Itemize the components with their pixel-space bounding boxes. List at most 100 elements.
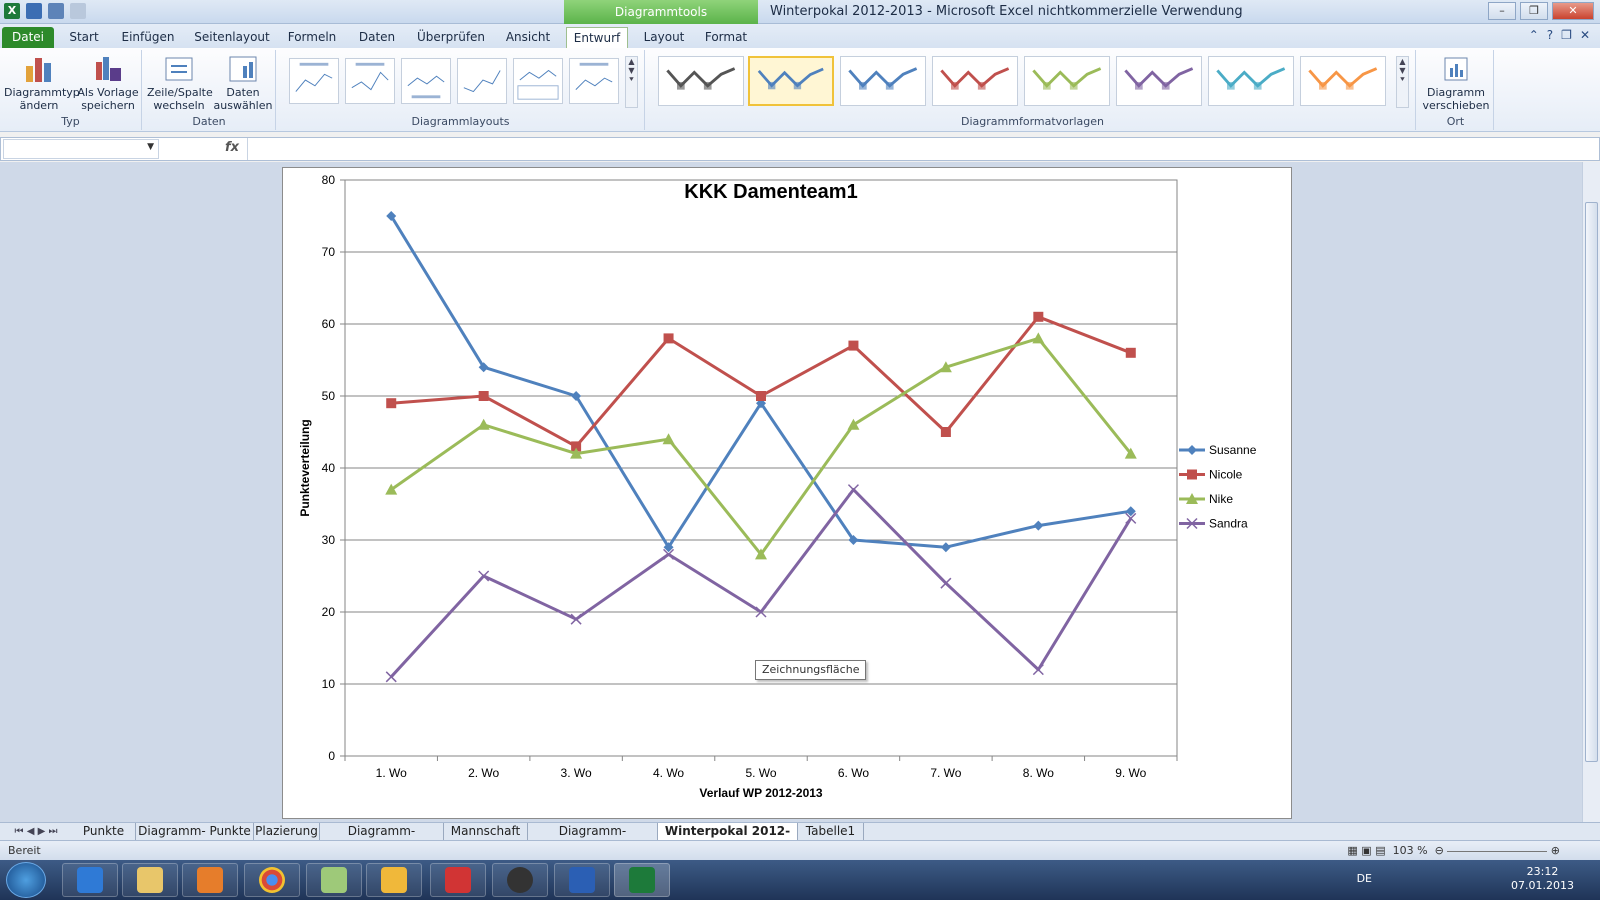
tab-ueberpruefen[interactable]: Überprüfen (412, 27, 490, 48)
x-tick-label: 9. Wo (1115, 766, 1146, 780)
styles-gallery-scroll[interactable]: ▲ ▼ ⯆ (1396, 56, 1409, 108)
taskbar-app5[interactable] (306, 863, 362, 897)
sheet-tabs: ⏮ ◀ ▶ ⏭ Punkte Diagramm- Punkte Plazierung… (0, 822, 1600, 855)
close-icon[interactable]: ✕ (1552, 2, 1594, 20)
taskbar-app6[interactable] (366, 863, 422, 897)
formula-input[interactable] (247, 138, 1577, 160)
chart-layout-6[interactable] (569, 58, 619, 104)
zoom-in-icon[interactable]: ⊕ (1551, 844, 1560, 857)
ribbon-help-area: ⌃ ? ❐ ✕ (1529, 28, 1590, 42)
undo-icon[interactable] (48, 3, 64, 19)
sheet-nav-arrows[interactable]: ⏮ ◀ ▶ ⏭ (4, 823, 68, 841)
vertical-scrollbar[interactable] (1582, 162, 1600, 822)
tab-entwurf[interactable]: Entwurf (566, 27, 628, 48)
chart-style-3[interactable] (840, 56, 926, 106)
group-label-diagrammformatvorlagen: Diagrammformatvorlagen (961, 115, 1104, 128)
chart-style-7[interactable] (1208, 56, 1294, 106)
tab-start[interactable]: Start (62, 27, 106, 48)
page-layout-view-icon[interactable]: ▣ (1361, 844, 1371, 857)
x-tick-label: 3. Wo (561, 766, 592, 780)
restore-icon[interactable]: ❐ (1561, 28, 1572, 42)
layouts-gallery-scroll[interactable]: ▲ ▼ ⯆ (625, 56, 638, 108)
change-chart-type-button[interactable]: Diagrammtyp ändern (4, 54, 80, 112)
chart-layout-4[interactable] (457, 58, 507, 104)
y-axis-title: Punkteverteilung (298, 419, 312, 516)
folder-icon (137, 867, 163, 893)
chart-layout-2[interactable] (345, 58, 395, 104)
scroll-thumb[interactable] (1585, 202, 1598, 762)
help-icon[interactable]: ? (1547, 28, 1553, 42)
y-tick-label: 0 (328, 749, 335, 763)
chart-layout-5[interactable] (513, 58, 563, 104)
word-icon (569, 867, 595, 893)
tab-ansicht[interactable]: Ansicht (502, 27, 554, 48)
move-chart-button[interactable]: Diagramm verschieben (1422, 54, 1490, 112)
tab-formeln[interactable]: Formeln (284, 27, 340, 48)
title-bar: X Diagrammtools Winterpokal 2012-2013 - … (0, 0, 1600, 24)
excel-logo-icon[interactable]: X (4, 3, 20, 19)
name-box[interactable]: ▼ (3, 139, 159, 159)
chart-style-1[interactable] (658, 56, 744, 106)
chevron-up-icon[interactable]: ⌃ (1529, 28, 1539, 42)
function-icon[interactable]: fx (225, 140, 239, 155)
window-controls: – ❐ ✕ (1488, 2, 1594, 20)
close-icon[interactable]: ✕ (1580, 28, 1590, 42)
taskbar-app7[interactable] (430, 863, 486, 897)
tab-layout[interactable]: Layout (638, 27, 690, 48)
switch-row-column-button[interactable]: Zeile/Spalte wechseln (147, 54, 213, 112)
tab-daten[interactable]: Daten (352, 27, 402, 48)
minimize-icon[interactable]: – (1488, 2, 1516, 20)
system-clock[interactable]: 23:12 07.01.2013 (1511, 865, 1574, 893)
sheet-tab-6[interactable]: Diagramm- Mannschaft (528, 823, 658, 855)
restore-icon[interactable]: ❐ (1520, 2, 1548, 20)
chart-style-8[interactable] (1300, 56, 1386, 106)
tab-datei[interactable]: Datei (2, 27, 54, 48)
save-as-template-button[interactable]: Als Vorlage speichern (76, 54, 140, 112)
group-label-diagrammlayouts: Diagrammlayouts (411, 115, 510, 128)
tab-seitenlayout[interactable]: Seitenlayout (192, 27, 272, 48)
taskbar-chrome[interactable] (244, 863, 300, 897)
language-indicator[interactable]: DE (1357, 872, 1372, 885)
sheet-tab-2[interactable]: Diagramm- Punkte (136, 823, 254, 841)
taskbar-excel[interactable] (614, 863, 670, 897)
sheet-tab-1[interactable]: Punkte (72, 823, 136, 841)
sheet-tab-7[interactable]: Winterpokal 2012-2013 (658, 823, 798, 855)
taskbar-explorer[interactable] (122, 863, 178, 897)
chart-style-5[interactable] (1024, 56, 1110, 106)
data-point-nicole (940, 427, 951, 437)
formula-bar: ▼ fx (0, 137, 1600, 161)
sheet-tab-3[interactable]: Plazierung (254, 823, 320, 841)
zoom-level[interactable]: ▦ ▣ ▤ 103 % ⊖ ⊕ (1347, 844, 1560, 857)
tab-einfuegen[interactable]: Einfügen (116, 27, 180, 48)
taskbar-ie[interactable] (62, 863, 118, 897)
zoom-out-icon[interactable]: ⊖ (1435, 844, 1444, 857)
legend-label: Nicole (1209, 468, 1243, 482)
taskbar-app8[interactable] (492, 863, 548, 897)
chart-layout-3[interactable] (401, 58, 451, 104)
save-icon[interactable] (26, 3, 42, 19)
line-chart[interactable]: 0 10 20 30 40 50 60 70 80 1. Wo 2. Wo 3. Wo 4. Wo 5. … (283, 168, 1291, 818)
chart-style-2[interactable] (748, 56, 834, 106)
sheet-tab-5[interactable]: Mannschaft (444, 823, 528, 841)
chart-layout-1[interactable] (289, 58, 339, 104)
sheet-tab-8[interactable]: Tabelle1 (798, 823, 864, 841)
taskbar-word[interactable] (554, 863, 610, 897)
chart-style-4[interactable] (932, 56, 1018, 106)
legend-label: Susanne (1209, 443, 1257, 457)
start-button[interactable] (6, 862, 46, 898)
tab-format[interactable]: Format (700, 27, 752, 48)
chart-style-6[interactable] (1116, 56, 1202, 106)
normal-view-icon[interactable]: ▦ (1347, 844, 1357, 857)
sheet-tab-4[interactable]: Diagramm- Plazierung (320, 823, 444, 855)
chart-object[interactable]: 0 10 20 30 40 50 60 70 80 1. Wo 2. Wo 3. Wo 4. Wo 5. … (282, 167, 1292, 819)
zoom-slider[interactable] (1447, 850, 1548, 852)
y-tick-label: 80 (322, 173, 336, 187)
taskbar-media[interactable] (182, 863, 238, 897)
page-break-view-icon[interactable]: ▤ (1375, 844, 1385, 857)
redo-icon[interactable] (70, 3, 86, 19)
chevron-down-icon[interactable]: ▼ (147, 142, 154, 152)
internet-explorer-icon (77, 867, 103, 893)
select-data-button[interactable]: Daten auswählen (213, 54, 273, 112)
move-chart-icon (1440, 54, 1472, 84)
context-tab-group: Diagrammtools (564, 0, 758, 24)
